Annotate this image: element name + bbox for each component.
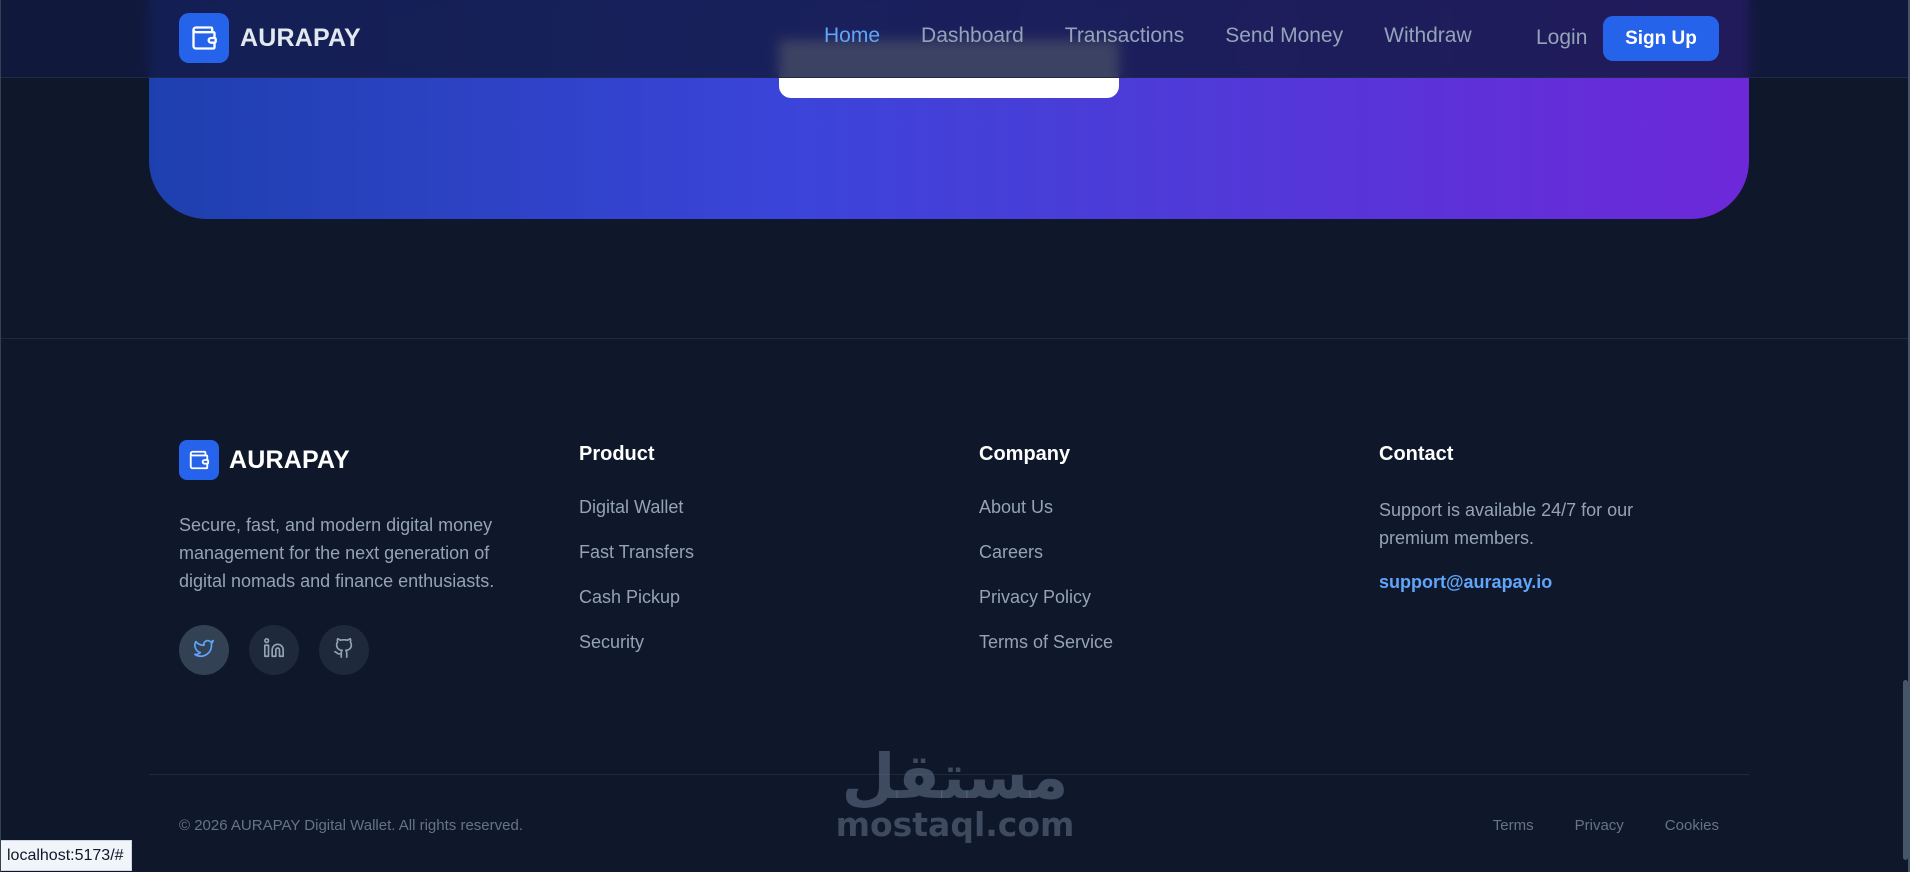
- signup-button[interactable]: Sign Up: [1603, 16, 1719, 61]
- brand-name: AURAPAY: [240, 23, 361, 52]
- mostaql-watermark: مستقل mostaql.com: [835, 742, 1075, 842]
- footer-link-fast-transfers[interactable]: Fast Transfers: [579, 541, 694, 563]
- footer-brand[interactable]: AURAPAY: [179, 440, 350, 480]
- support-email-link[interactable]: support@aurapay.io: [1379, 572, 1699, 593]
- nav-links: Home Dashboard Transactions Send Money W…: [824, 24, 1513, 48]
- wallet-icon: [179, 13, 229, 63]
- github-icon: [333, 637, 355, 664]
- legal-links: Terms Privacy Cookies: [1452, 817, 1719, 834]
- twitter-button[interactable]: [179, 625, 229, 675]
- legal-link-cookies[interactable]: Cookies: [1665, 817, 1719, 834]
- nav-link-transactions[interactable]: Transactions: [1065, 24, 1184, 48]
- browser-status-url: localhost:5173/#: [0, 840, 132, 871]
- twitter-icon: [193, 637, 215, 664]
- contact-text: Support is available 24/7 for our premiu…: [1379, 500, 1634, 548]
- navbar-brand[interactable]: AURAPAY: [179, 13, 361, 63]
- watermark-latin: mostaql.com: [835, 805, 1075, 844]
- footer-product-column: Product Digital Wallet Fast Transfers Ca…: [579, 443, 694, 676]
- linkedin-icon: [263, 637, 285, 664]
- copyright-text: © 2026 AURAPAY Digital Wallet. All right…: [179, 817, 523, 834]
- login-link[interactable]: Login: [1536, 26, 1587, 50]
- scrollbar-thumb[interactable]: [1903, 680, 1908, 860]
- product-title: Product: [579, 443, 655, 465]
- nav-link-withdraw[interactable]: Withdraw: [1384, 24, 1472, 48]
- nav-link-home[interactable]: Home: [824, 24, 880, 48]
- github-button[interactable]: [319, 625, 369, 675]
- footer-link-about-us[interactable]: About Us: [979, 496, 1113, 518]
- footer-divider: [149, 774, 1749, 775]
- top-navbar: AURAPAY Home Dashboard Transactions Send…: [0, 0, 1910, 78]
- footer-contact-column: Contact Support is available 24/7 for ou…: [1379, 443, 1699, 593]
- footer-link-security[interactable]: Security: [579, 631, 694, 653]
- watermark-arabic: مستقل: [841, 740, 1069, 813]
- footer-link-privacy-policy[interactable]: Privacy Policy: [979, 586, 1113, 608]
- footer-company-column: Company About Us Careers Privacy Policy …: [979, 443, 1113, 676]
- nav-link-dashboard[interactable]: Dashboard: [921, 24, 1024, 48]
- footer-link-digital-wallet[interactable]: Digital Wallet: [579, 496, 694, 518]
- footer-link-cash-pickup[interactable]: Cash Pickup: [579, 586, 694, 608]
- company-title: Company: [979, 443, 1071, 465]
- footer-brand-name: AURAPAY: [229, 445, 350, 474]
- wallet-icon: [179, 440, 219, 480]
- social-links: [179, 625, 369, 675]
- legal-link-privacy[interactable]: Privacy: [1575, 817, 1624, 834]
- section-divider: [0, 338, 1910, 339]
- footer-link-careers[interactable]: Careers: [979, 541, 1113, 563]
- legal-link-terms[interactable]: Terms: [1493, 817, 1534, 834]
- linkedin-button[interactable]: [249, 625, 299, 675]
- footer-description: Secure, fast, and modern digital money m…: [179, 515, 495, 591]
- nav-link-send-money[interactable]: Send Money: [1225, 24, 1343, 48]
- footer-link-terms-of-service[interactable]: Terms of Service: [979, 631, 1113, 653]
- contact-title: Contact: [1379, 443, 1454, 465]
